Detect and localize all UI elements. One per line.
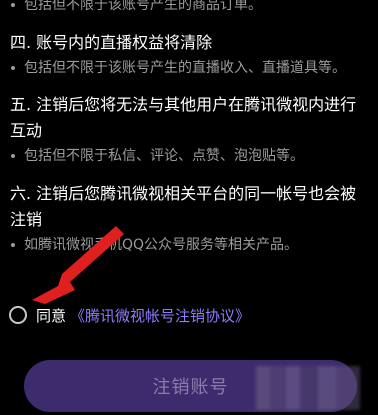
notice-heading: 六. 注销后您腾讯微视相关平台的同一帐号也会被注销: [10, 184, 357, 229]
notice-bullet: 包括但不限于该账号产生的商品订单。: [10, 0, 370, 17]
notice-heading: 四. 账号内的直播权益将清除: [10, 33, 213, 52]
cancel-account-button-label: 注销账号: [152, 377, 229, 398]
notice-section-linked-accounts: 六. 注销后您腾讯微视相关平台的同一帐号也会被注销 如腾讯微视手机QQ公众号服务…: [10, 181, 370, 257]
agreement-prefix[interactable]: 同意: [36, 305, 66, 326]
notice-bullet: 包括但不限于私信、评论、点赞、泡泡贴等。: [10, 144, 370, 168]
agreement-link[interactable]: 《腾讯微视帐号注销协议》: [70, 305, 250, 326]
notice-section-live-rights: 四. 账号内的直播权益将清除 包括但不限于该账号产生的直播收入、直播道具等。: [10, 30, 370, 80]
account-cancellation-page: 包括但不限于该账号产生的商品订单。 四. 账号内的直播权益将清除 包括但不限于该…: [0, 0, 378, 415]
notice-section-orders: 包括但不限于该账号产生的商品订单。: [10, 0, 370, 17]
radio-unchecked-icon[interactable]: [9, 306, 27, 324]
notice-section-interaction: 五. 注销后您将无法与其他用户在腾讯微视内进行互动 包括但不限于私信、评论、点赞…: [10, 92, 370, 168]
agreement-row: 同意 《腾讯微视帐号注销协议》: [9, 302, 250, 328]
notice-heading: 五. 注销后您将无法与其他用户在腾讯微视内进行互动: [10, 95, 357, 140]
blurred-region: [256, 366, 360, 410]
notice-bullet: 包括但不限于该账号产生的直播收入、直播道具等。: [10, 56, 370, 80]
notice-bullet: 如腾讯微视手机QQ公众号服务等相关产品。: [10, 233, 370, 257]
notice-list: 包括但不限于该账号产生的商品订单。 四. 账号内的直播权益将清除 包括但不限于该…: [10, 0, 370, 257]
